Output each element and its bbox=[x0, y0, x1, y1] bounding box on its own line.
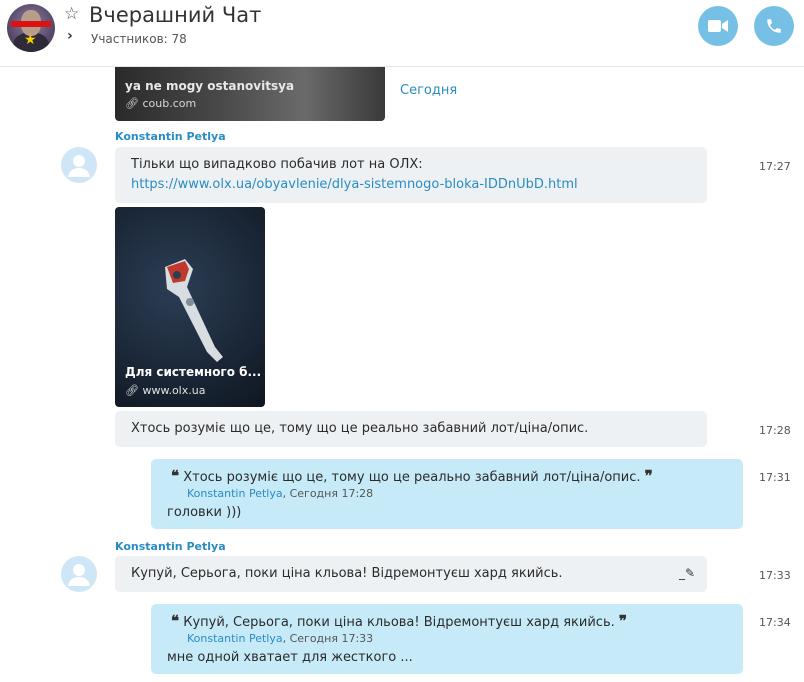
message-text: Купуй, Серьога, поки ціна кльова! Відрем… bbox=[131, 566, 563, 581]
message-time: 17:28 bbox=[759, 424, 791, 437]
message-text: Хтось розуміє що це, тому що це реально … bbox=[131, 421, 589, 436]
quote-date: , Сегодня 17:28 bbox=[282, 487, 374, 500]
chat-header: ★ ☆ Вчерашний Чат › Участников: 78 bbox=[0, 0, 804, 67]
link-preview-domain: 🔗︎ coub.com bbox=[125, 97, 197, 110]
user-silhouette-icon bbox=[68, 155, 90, 177]
own-message-bubble[interactable]: ❝ Купуй, Серьога, поки ціна кльова! Відр… bbox=[151, 604, 743, 674]
edit-pencil-icon: _✎ bbox=[678, 566, 695, 580]
chat-title[interactable]: Вчерашний Чат bbox=[89, 3, 261, 27]
close-quote-icon: ❞ bbox=[644, 467, 653, 485]
quote-meta: Konstantin Petlya, Сегодня 17:33 bbox=[187, 632, 373, 645]
star-badge-icon: ★ bbox=[24, 32, 37, 48]
participants-count[interactable]: Участников: 78 bbox=[91, 32, 187, 46]
open-quote-icon: ❝ bbox=[171, 467, 180, 485]
message-time: 17:27 bbox=[759, 160, 791, 173]
own-message-bubble[interactable]: ❝ Хтось розуміє що це, тому що це реальн… bbox=[151, 459, 743, 529]
user-silhouette-icon bbox=[68, 564, 90, 586]
phone-icon bbox=[767, 19, 781, 33]
quote-author[interactable]: Konstantin Petlya bbox=[187, 487, 283, 500]
open-quote-icon: ❝ bbox=[171, 612, 180, 630]
message-text: Тільки що випадково побачив лот на ОЛХ: bbox=[131, 157, 423, 172]
video-call-button[interactable] bbox=[698, 6, 738, 46]
link-preview-title: ya ne mogy ostanovitsya bbox=[125, 79, 295, 93]
conversation-area[interactable]: ya ne mogy ostanovitsya 🔗︎ coub.com Сего… bbox=[0, 67, 804, 682]
quote-text: Хтось розуміє що це, тому що це реально … bbox=[183, 470, 641, 485]
link-preview-domain: 🔗︎ www.olx.ua bbox=[125, 384, 206, 397]
quote-text: Купуй, Серьога, поки ціна кльова! Відрем… bbox=[183, 615, 615, 630]
message-link[interactable]: https://www.olx.ua/obyavlenie/dlya-siste… bbox=[131, 177, 578, 192]
message-bubble[interactable]: Хтось розуміє що це, тому що це реально … bbox=[115, 411, 707, 447]
message-time: 17:31 bbox=[759, 471, 791, 484]
close-quote-icon: ❞ bbox=[618, 612, 627, 630]
quote-meta: Konstantin Petlya, Сегодня 17:28 bbox=[187, 487, 373, 500]
sender-name[interactable]: Konstantin Petlya bbox=[115, 540, 226, 553]
link-icon: 🔗︎ bbox=[125, 97, 139, 110]
avatar[interactable] bbox=[61, 556, 97, 592]
message-bubble[interactable]: Тільки що випадково побачив лот на ОЛХ: … bbox=[115, 147, 707, 203]
message-time: 17:34 bbox=[759, 616, 791, 629]
sender-name[interactable]: Konstantin Petlya bbox=[115, 130, 226, 143]
quote-author[interactable]: Konstantin Petlya bbox=[187, 632, 283, 645]
video-camera-icon bbox=[708, 20, 728, 32]
olx-link-preview[interactable]: Для системного б... 🔗︎ www.olx.ua bbox=[115, 207, 265, 407]
message-bubble[interactable]: Купуй, Серьога, поки ціна кльова! Відрем… bbox=[115, 556, 707, 592]
message-time: 17:33 bbox=[759, 569, 791, 582]
audio-call-button[interactable] bbox=[754, 6, 794, 46]
message-text: мне одной хватает для жесткого ... bbox=[167, 650, 413, 665]
link-icon: 🔗︎ bbox=[125, 384, 139, 397]
link-preview-title: Для системного б... bbox=[125, 365, 262, 379]
message-text: головки ))) bbox=[167, 505, 242, 520]
avatar[interactable] bbox=[61, 147, 97, 183]
star-outline-icon[interactable]: ☆ bbox=[64, 6, 79, 23]
message-date-label[interactable]: Сегодня bbox=[400, 83, 457, 98]
coub-link-preview[interactable]: ya ne mogy ostanovitsya 🔗︎ coub.com bbox=[115, 67, 385, 121]
quote-block: ❝ Хтось розуміє що це, тому що це реальн… bbox=[171, 467, 653, 485]
chevron-right-icon[interactable]: › bbox=[67, 29, 73, 43]
quote-block: ❝ Купуй, Серьога, поки ціна кльова! Відр… bbox=[171, 612, 627, 630]
quote-date: , Сегодня 17:33 bbox=[282, 632, 374, 645]
